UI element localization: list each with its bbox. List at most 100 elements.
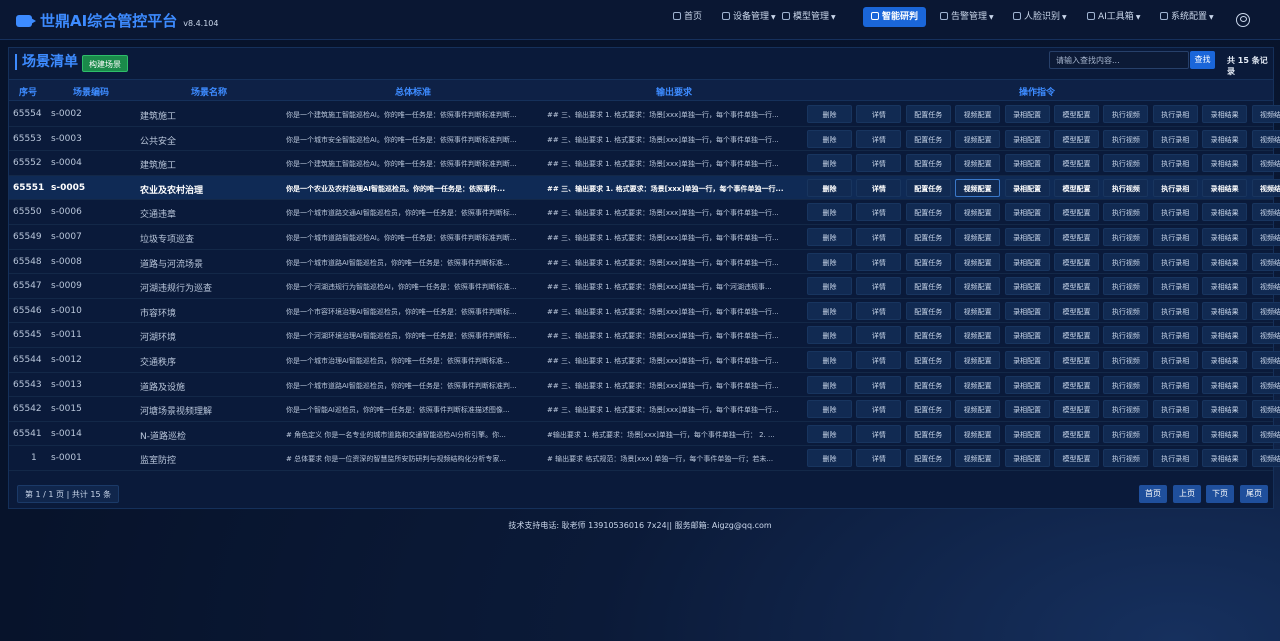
- op-button-5[interactable]: 模型配置: [1053, 154, 1099, 173]
- nav-item-1[interactable]: 设备管理 ▼: [722, 7, 776, 27]
- op-button-3[interactable]: 视频配置: [955, 105, 1001, 123]
- op-button-1[interactable]: 详情: [856, 449, 902, 468]
- op-button-1[interactable]: 详情: [856, 350, 902, 369]
- op-button-3[interactable]: 视频配置: [955, 424, 1001, 443]
- op-button-8[interactable]: 录相结果: [1202, 424, 1248, 443]
- op-button-9[interactable]: 视频结果: [1251, 178, 1280, 197]
- op-button-9[interactable]: 视频结果: [1251, 252, 1280, 271]
- op-button-9[interactable]: 视频结果: [1251, 301, 1280, 320]
- op-button-5[interactable]: 模型配置: [1053, 400, 1099, 419]
- op-button-8[interactable]: 录相结果: [1202, 326, 1248, 345]
- op-button-4[interactable]: 录相配置: [1004, 203, 1050, 222]
- op-button-8[interactable]: 录相结果: [1202, 301, 1248, 320]
- op-button-2[interactable]: 配置任务: [905, 326, 951, 345]
- table-row[interactable]: 65548 s-0008 道路与河流场景 你是一个城市道路AI智能巡检员，你的唯一任务…: [9, 250, 1280, 275]
- op-button-4[interactable]: 录相配置: [1004, 301, 1050, 320]
- op-button-1[interactable]: 详情: [856, 400, 902, 419]
- op-button-0[interactable]: 删除: [807, 375, 852, 394]
- op-button-4[interactable]: 录相配置: [1004, 227, 1050, 246]
- op-button-2[interactable]: 配置任务: [905, 252, 951, 271]
- op-button-2[interactable]: 配置任务: [905, 227, 951, 246]
- op-button-2[interactable]: 配置任务: [905, 301, 951, 320]
- nav-item-4[interactable]: 告警管理 ▼: [940, 7, 994, 27]
- op-button-8[interactable]: 录相结果: [1202, 375, 1248, 394]
- op-button-2[interactable]: 配置任务: [905, 277, 951, 296]
- op-button-9[interactable]: 视频结果: [1251, 203, 1280, 222]
- op-button-0[interactable]: 删除: [807, 203, 852, 222]
- user-avatar-icon[interactable]: [1236, 13, 1250, 27]
- build-scene-button[interactable]: 构建场景: [82, 55, 128, 72]
- nav-item-3[interactable]: 智能研判: [863, 7, 927, 27]
- op-button-1[interactable]: 详情: [856, 154, 902, 173]
- op-button-3[interactable]: 视频配置: [955, 400, 1001, 419]
- op-button-2[interactable]: 配置任务: [905, 203, 951, 222]
- table-row[interactable]: 65546 s-0010 市容环境 你是一个市容环境治理AI智能巡检员，你的唯一任务是…: [9, 299, 1280, 324]
- op-button-7[interactable]: 执行录相: [1152, 203, 1198, 222]
- op-button-9[interactable]: 视频结果: [1251, 424, 1280, 443]
- op-button-4[interactable]: 录相配置: [1004, 252, 1050, 271]
- op-button-6[interactable]: 执行视频: [1103, 424, 1149, 443]
- op-button-7[interactable]: 执行录相: [1152, 449, 1198, 468]
- op-button-9[interactable]: 视频结果: [1251, 227, 1280, 246]
- op-button-3[interactable]: 视频配置: [955, 252, 1001, 271]
- table-row[interactable]: 65553 s-0003 公共安全 你是一个城市安全智能巡检AI。你的唯一任务是：依照…: [9, 127, 1280, 152]
- search-button[interactable]: 查找: [1190, 51, 1215, 69]
- op-button-0[interactable]: 删除: [807, 178, 852, 197]
- op-button-6[interactable]: 执行视频: [1103, 277, 1149, 296]
- op-button-6[interactable]: 执行视频: [1103, 227, 1149, 246]
- op-button-8[interactable]: 录相结果: [1202, 178, 1248, 197]
- op-button-6[interactable]: 执行视频: [1103, 350, 1149, 369]
- op-button-3[interactable]: 视频配置: [955, 326, 1001, 345]
- op-button-5[interactable]: 模型配置: [1053, 105, 1099, 123]
- table-row[interactable]: 65542 s-0015 河塘场景视频理解 你是一个智能AI巡检员，你的唯一任务是：依…: [9, 397, 1280, 422]
- op-button-4[interactable]: 录相配置: [1004, 424, 1050, 443]
- table-row[interactable]: 65551 s-0005 农业及农村治理 你是一个农业及农村治理AI智能巡检员。你的唯…: [9, 175, 1280, 201]
- table-row[interactable]: 1 s-0001 监室防控 # 总体要求 你是一位资深的智慧监所安防研判与视频结构化分…: [9, 446, 1280, 471]
- op-button-5[interactable]: 模型配置: [1053, 350, 1099, 369]
- nav-item-2[interactable]: 模型管理 ▼: [782, 7, 836, 27]
- op-button-1[interactable]: 详情: [856, 227, 902, 246]
- op-button-1[interactable]: 详情: [856, 326, 902, 345]
- op-button-8[interactable]: 录相结果: [1202, 154, 1248, 173]
- op-button-1[interactable]: 详情: [856, 424, 902, 443]
- op-button-0[interactable]: 删除: [807, 277, 852, 296]
- op-button-1[interactable]: 详情: [856, 203, 902, 222]
- op-button-0[interactable]: 删除: [807, 350, 852, 369]
- op-button-4[interactable]: 录相配置: [1004, 105, 1050, 123]
- op-button-6[interactable]: 执行视频: [1103, 154, 1149, 173]
- table-row[interactable]: 65549 s-0007 垃圾专项巡查 你是一个城市道路智能巡检AI。你的唯一任务是：…: [9, 225, 1280, 250]
- op-button-1[interactable]: 详情: [856, 277, 902, 296]
- op-button-1[interactable]: 详情: [856, 105, 902, 123]
- op-button-3[interactable]: 视频配置: [955, 227, 1001, 246]
- op-button-6[interactable]: 执行视频: [1103, 326, 1149, 345]
- op-button-2[interactable]: 配置任务: [905, 424, 951, 443]
- op-button-5[interactable]: 模型配置: [1053, 252, 1099, 271]
- op-button-7[interactable]: 执行录相: [1152, 424, 1198, 443]
- op-button-0[interactable]: 删除: [807, 105, 852, 123]
- op-button-4[interactable]: 录相配置: [1004, 375, 1050, 394]
- nav-item-0[interactable]: 首页: [673, 7, 702, 27]
- op-button-9[interactable]: 视频结果: [1251, 375, 1280, 394]
- op-button-8[interactable]: 录相结果: [1202, 105, 1248, 123]
- op-button-7[interactable]: 执行录相: [1152, 326, 1198, 345]
- op-button-7[interactable]: 执行录相: [1152, 227, 1198, 246]
- op-button-6[interactable]: 执行视频: [1103, 252, 1149, 271]
- op-button-0[interactable]: 删除: [807, 326, 852, 345]
- op-button-1[interactable]: 详情: [856, 301, 902, 320]
- op-button-9[interactable]: 视频结果: [1251, 105, 1280, 123]
- op-button-0[interactable]: 删除: [807, 449, 852, 468]
- op-button-2[interactable]: 配置任务: [905, 350, 951, 369]
- op-button-0[interactable]: 删除: [807, 154, 852, 173]
- op-button-5[interactable]: 模型配置: [1053, 449, 1099, 468]
- table-row[interactable]: 65541 s-0014 N-道路巡检 # 角色定义 你是一名专业的城市道路和交通智能…: [9, 422, 1280, 447]
- op-button-1[interactable]: 详情: [856, 252, 902, 271]
- op-button-8[interactable]: 录相结果: [1202, 129, 1248, 148]
- op-button-6[interactable]: 执行视频: [1103, 203, 1149, 222]
- prev-page-button[interactable]: 上页: [1173, 485, 1201, 503]
- op-button-4[interactable]: 录相配置: [1004, 400, 1050, 419]
- op-button-2[interactable]: 配置任务: [905, 375, 951, 394]
- op-button-8[interactable]: 录相结果: [1202, 203, 1248, 222]
- op-button-0[interactable]: 删除: [807, 424, 852, 443]
- next-page-button[interactable]: 下页: [1206, 485, 1234, 503]
- op-button-4[interactable]: 录相配置: [1004, 154, 1050, 173]
